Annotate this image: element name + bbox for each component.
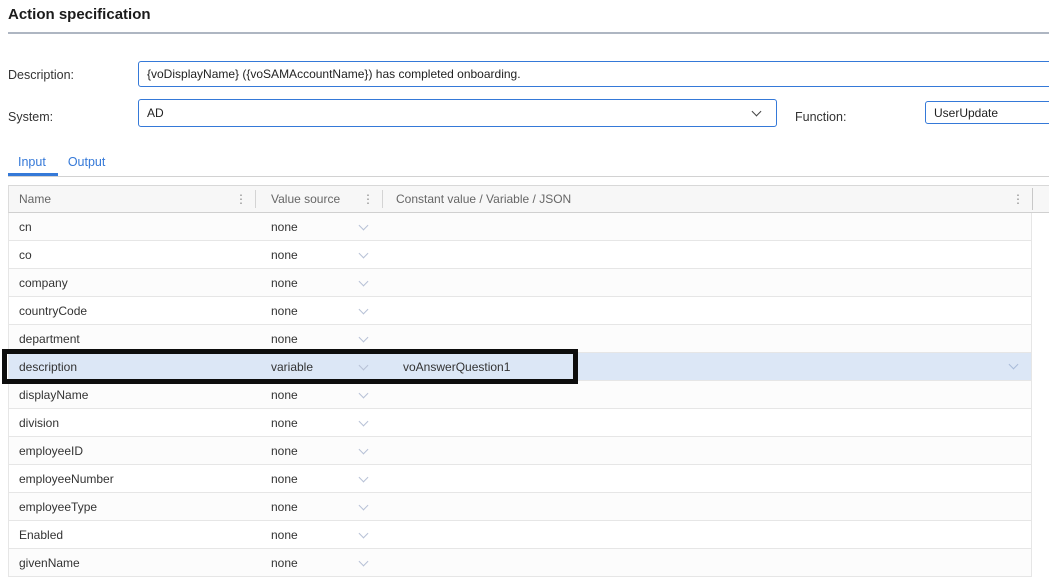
table-row[interactable]: employeeID none: [9, 437, 1031, 465]
value-source-dropdown[interactable]: [345, 421, 381, 425]
column-header-name-label: Name: [19, 192, 51, 206]
cell-name: Enabled: [9, 528, 255, 542]
value-source-dropdown[interactable]: [345, 337, 381, 341]
table-row[interactable]: cn none: [9, 213, 1031, 241]
cell-name: countryCode: [9, 304, 255, 318]
title-divider: [8, 32, 1049, 34]
cell-name: employeeID: [9, 444, 255, 458]
value-source-dropdown[interactable]: [345, 309, 381, 313]
table-row[interactable]: division none: [9, 409, 1031, 437]
cell-value-source[interactable]: none: [255, 220, 345, 234]
function-input[interactable]: [925, 101, 1049, 124]
value-source-dropdown[interactable]: [345, 253, 381, 257]
cell-value-source[interactable]: none: [255, 472, 345, 486]
table-row[interactable]: company none: [9, 269, 1031, 297]
cell-value-source[interactable]: none: [255, 444, 345, 458]
chevron-down-icon[interactable]: [358, 416, 368, 426]
function-label: Function:: [795, 110, 846, 124]
table-row[interactable]: employeeType none: [9, 493, 1031, 521]
system-label: System:: [8, 110, 53, 124]
value-source-dropdown[interactable]: [345, 533, 381, 537]
cell-name: division: [9, 416, 255, 430]
cell-name: co: [9, 248, 255, 262]
tab-input[interactable]: Input: [8, 150, 58, 176]
description-label: Description:: [8, 68, 74, 82]
cell-constant: voAnswerQuestion1: [381, 360, 1031, 374]
chevron-down-icon[interactable]: [358, 360, 368, 370]
value-source-dropdown[interactable]: [345, 281, 381, 285]
table-row[interactable]: co none: [9, 241, 1031, 269]
column-header-value-source: Value source ⋮: [256, 186, 382, 212]
cell-name: department: [9, 332, 255, 346]
value-source-dropdown[interactable]: [345, 393, 381, 397]
grid-header: Name ⋮ Value source ⋮ Constant value / V…: [8, 185, 1049, 213]
kebab-menu-icon[interactable]: ⋮: [354, 193, 382, 205]
column-header-name: Name ⋮: [9, 186, 255, 212]
value-source-dropdown[interactable]: [345, 477, 381, 481]
value-source-dropdown[interactable]: [345, 225, 381, 229]
chevron-down-icon[interactable]: [358, 332, 368, 342]
action-specification-page: Action specification Description: System…: [0, 0, 1049, 581]
table-row[interactable]: department none: [9, 325, 1031, 353]
cell-value-source[interactable]: none: [255, 500, 345, 514]
kebab-menu-icon[interactable]: ⋮: [227, 193, 255, 205]
chevron-down-icon[interactable]: [358, 500, 368, 510]
cell-name: employeeNumber: [9, 472, 255, 486]
value-source-dropdown[interactable]: [345, 365, 381, 369]
kebab-menu-icon[interactable]: ⋮: [1004, 193, 1032, 205]
chevron-down-icon[interactable]: [358, 304, 368, 314]
cell-value-source[interactable]: none: [255, 388, 345, 402]
value-source-dropdown[interactable]: [345, 449, 381, 453]
table-body: cn none co none company none countryCode…: [8, 213, 1032, 577]
chevron-down-icon[interactable]: [358, 276, 368, 286]
value-source-dropdown[interactable]: [345, 505, 381, 509]
column-header-constant-label: Constant value / Variable / JSON: [396, 192, 571, 206]
chevron-down-icon[interactable]: [358, 220, 368, 230]
chevron-down-icon[interactable]: [752, 107, 762, 117]
chevron-down-icon[interactable]: [358, 556, 368, 566]
table-row[interactable]: employeeNumber none: [9, 465, 1031, 493]
column-header-value-source-label: Value source: [271, 192, 340, 206]
cell-value-source[interactable]: none: [255, 556, 345, 570]
cell-name: description: [9, 360, 255, 374]
system-select-value: AD: [147, 106, 164, 120]
tab-bar: Input Output: [8, 150, 1049, 177]
table-row[interactable]: Enabled none: [9, 521, 1031, 549]
input-parameters-grid: Name ⋮ Value source ⋮ Constant value / V…: [8, 185, 1049, 577]
cell-name: company: [9, 276, 255, 290]
table-row[interactable]: countryCode none: [9, 297, 1031, 325]
value-source-dropdown[interactable]: [345, 561, 381, 565]
column-header-constant: Constant value / Variable / JSON ⋮: [383, 186, 1032, 212]
cell-value-source[interactable]: none: [255, 416, 345, 430]
cell-value-source[interactable]: variable: [255, 360, 345, 374]
cell-value-source[interactable]: none: [255, 304, 345, 318]
table-row[interactable]: description variable voAnswerQuestion1: [9, 353, 1031, 381]
page-title: Action specification: [8, 6, 151, 23]
cell-value-source[interactable]: none: [255, 332, 345, 346]
chevron-down-icon[interactable]: [358, 472, 368, 482]
table-row[interactable]: displayName none: [9, 381, 1031, 409]
cell-value-source[interactable]: none: [255, 528, 345, 542]
chevron-down-icon[interactable]: [358, 528, 368, 538]
cell-name: givenName: [9, 556, 255, 570]
table-row[interactable]: givenName none: [9, 549, 1031, 577]
chevron-down-icon[interactable]: [358, 388, 368, 398]
header-filler: [1033, 186, 1049, 212]
cell-name: cn: [9, 220, 255, 234]
cell-value-source[interactable]: none: [255, 276, 345, 290]
cell-name: displayName: [9, 388, 255, 402]
description-input[interactable]: [138, 61, 1049, 87]
chevron-down-icon[interactable]: [358, 248, 368, 258]
cell-name: employeeType: [9, 500, 255, 514]
system-select[interactable]: AD: [138, 99, 777, 127]
cell-value-source[interactable]: none: [255, 248, 345, 262]
chevron-down-icon[interactable]: [358, 444, 368, 454]
tab-output[interactable]: Output: [58, 150, 118, 176]
